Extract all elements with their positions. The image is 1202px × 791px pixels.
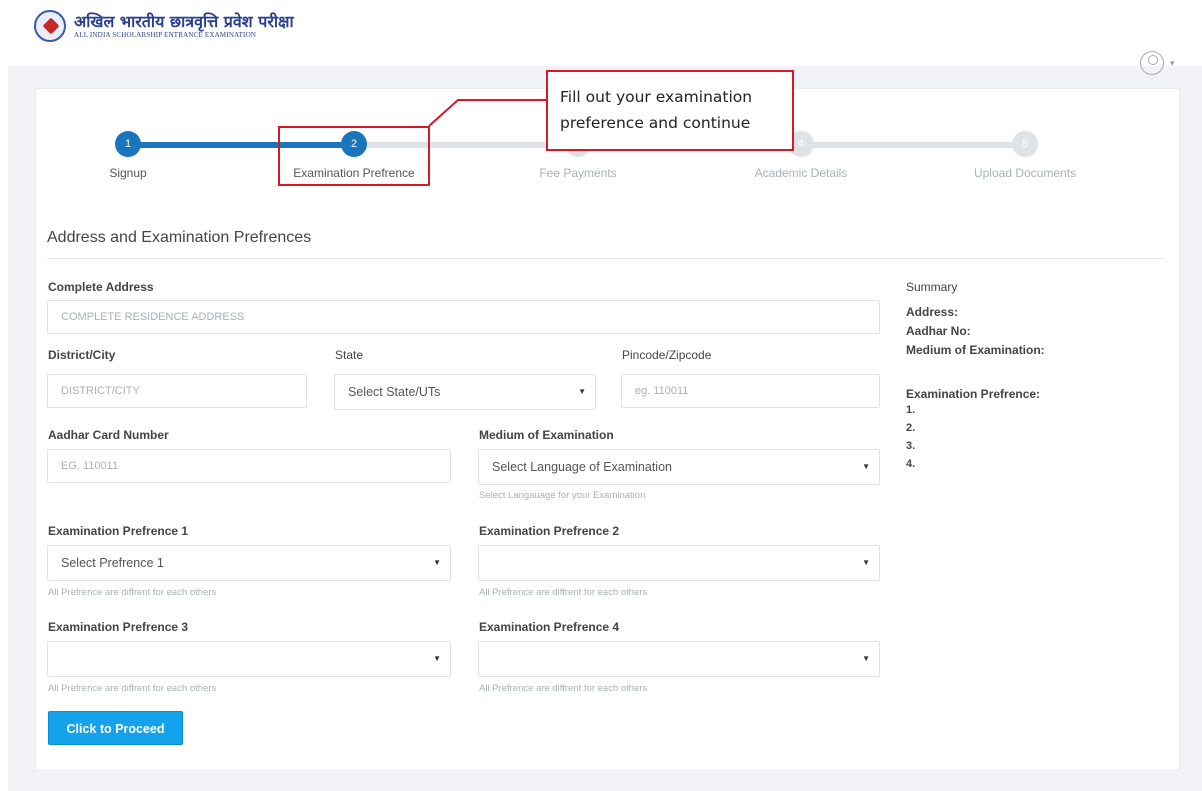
pref4-help-text: All Prefrence are diffrent for each othe…: [479, 683, 648, 694]
pref2-help-text: All Prefrence are diffrent for each othe…: [479, 587, 648, 598]
dropdown-caret-icon: ▼: [433, 654, 441, 663]
district-input[interactable]: DISTRICT/CITY: [47, 374, 307, 408]
step-5-circle: 5: [1012, 131, 1038, 157]
step-4-label: Academic Details: [754, 166, 848, 180]
dropdown-caret-icon: ▼: [862, 654, 870, 663]
state-select-value: Select State/UTs: [348, 385, 441, 399]
dropdown-caret-icon: ▼: [433, 558, 441, 567]
pincode-input[interactable]: eg. 110011: [621, 374, 880, 408]
summary-address: Address:: [906, 305, 959, 319]
pref4-label: Examination Prefrence 4: [479, 620, 620, 634]
pref1-select-value: Select Prefrence 1: [61, 556, 164, 570]
district-label: District/City: [48, 348, 116, 362]
section-title: Address and Examination Prefrences: [47, 229, 312, 246]
pincode-label: Pincode/Zipcode: [622, 348, 712, 362]
pref1-select[interactable]: Select Prefrence 1 ▼: [47, 545, 451, 581]
annotation-callout: Fill out your examination preference and…: [546, 70, 794, 151]
site-logo[interactable]: अखिल भारतीय छात्रवृत्ति प्रवेश परीक्षा A…: [34, 10, 294, 42]
summary-title: Summary: [906, 280, 958, 294]
logo-title-hindi: अखिल भारतीय छात्रवृत्ति प्रवेश परीक्षा: [74, 12, 294, 31]
pref1-help-text: All Prefrence are diffrent for each othe…: [48, 587, 217, 598]
dropdown-caret-icon: ▼: [578, 387, 586, 396]
step-3-label: Fee Payments: [539, 166, 617, 180]
medium-help-text: Select Langauage for your Examination: [479, 490, 646, 501]
medium-select[interactable]: Select Language of Examination ▼: [478, 449, 880, 485]
dropdown-caret-icon: ▼: [862, 558, 870, 567]
summary-pref-4: 4.: [906, 458, 916, 470]
summary-pref-1: 1.: [906, 404, 916, 416]
pref2-select[interactable]: ▼: [478, 545, 880, 581]
callout-line-1: Fill out your examination: [560, 88, 753, 106]
logo-title-english: ALL INDIA SCHOLARSHIP ENTRANCE EXAMINATI…: [74, 31, 257, 39]
top-header: अखिल भारतीय छात्रवृत्ति प्रवेश परीक्षा A…: [0, 0, 1202, 62]
step-5-label: Upload Documents: [973, 166, 1077, 180]
proceed-button[interactable]: Click to Proceed: [48, 711, 183, 745]
aadhar-input[interactable]: EG. 110011: [47, 449, 451, 483]
state-label: State: [335, 348, 364, 362]
pref3-help-text: All Prefrence are diffrent for each othe…: [48, 683, 217, 694]
annotation-highlight-box: [278, 126, 430, 186]
pref1-label: Examination Prefrence 1: [48, 524, 189, 538]
summary-medium: Medium of Examination:: [906, 343, 1045, 357]
dropdown-caret-icon: ▼: [862, 462, 870, 471]
emblem-icon: [34, 10, 66, 42]
summary-pref-title: Examination Prefrence:: [906, 387, 1041, 401]
annotation-connector: [428, 99, 548, 127]
pref3-label: Examination Prefrence 3: [48, 620, 189, 634]
summary-pref-3: 3.: [906, 440, 916, 452]
summary-pref-2: 2.: [906, 422, 916, 434]
step-1-circle: 1: [115, 131, 141, 157]
address-label: Complete Address: [48, 280, 154, 294]
pref2-label: Examination Prefrence 2: [479, 524, 620, 538]
user-avatar-icon[interactable]: [1140, 51, 1164, 75]
aadhar-label: Aadhar Card Number: [48, 428, 169, 442]
state-select[interactable]: Select State/UTs ▼: [334, 374, 596, 410]
callout-line-2: preference and continue: [560, 114, 751, 132]
medium-label: Medium of Examination: [479, 428, 614, 442]
step-1-label: Signup: [109, 166, 147, 180]
section-divider: [47, 258, 1165, 259]
caret-down-icon[interactable]: ▾: [1170, 58, 1175, 69]
summary-aadhar: Aadhar No:: [906, 324, 971, 338]
medium-select-value: Select Language of Examination: [492, 460, 672, 474]
pref4-select[interactable]: ▼: [478, 641, 880, 677]
address-input[interactable]: COMPLETE RESIDENCE ADDRESS: [47, 300, 880, 334]
pref3-select[interactable]: ▼: [47, 641, 451, 677]
